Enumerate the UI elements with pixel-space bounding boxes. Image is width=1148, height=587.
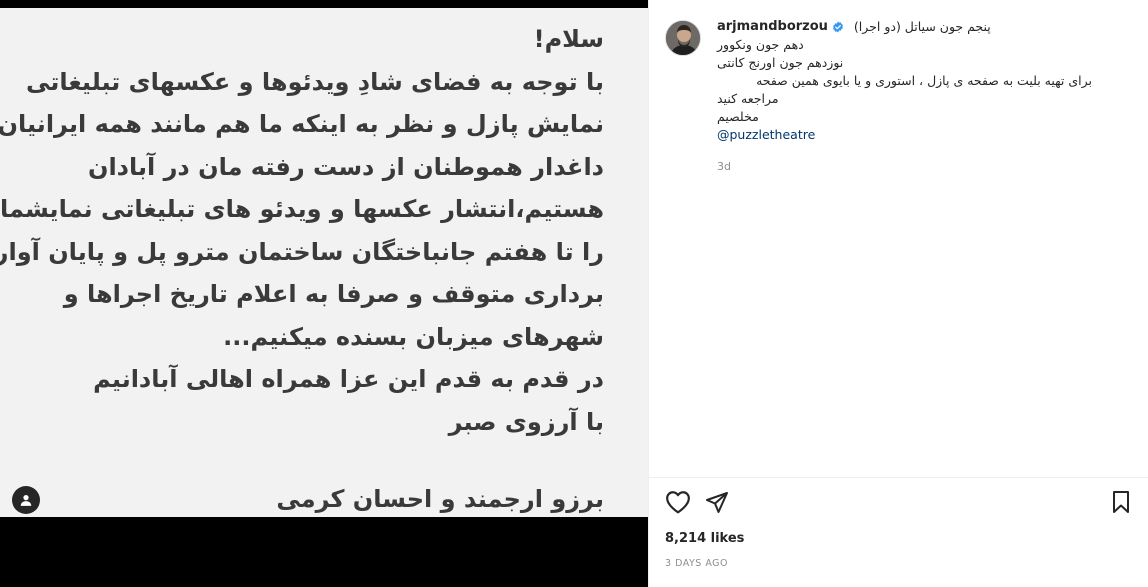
caption-line: نوزدهم جون اورنج کانتی xyxy=(717,55,844,70)
post-image-line: برداری متوقف و صرفا به اعلام تاریخ اجراه… xyxy=(63,280,604,308)
send-icon xyxy=(706,492,728,513)
post-image-line: را تا هفتم جانباختگان ساختمان مترو پل و … xyxy=(0,237,604,266)
caption-first-line: پنجم جون سیاتل (دو اجرا) xyxy=(853,19,991,34)
share-button[interactable] xyxy=(705,490,729,514)
caption-line: برای تهیه بلیت به صفحه ی پازل ، استوری و… xyxy=(756,73,1092,88)
caption-head: arjmandborzou پنجم جون سیاتل (دو اجرا) xyxy=(717,18,1132,36)
likes-count[interactable]: 8,214 likes xyxy=(665,531,744,546)
media-bottom-bar xyxy=(0,517,648,587)
post-image-line: نمایش پازل و نظر به اینکه ما هم مانند هم… xyxy=(0,110,604,138)
post-image-line: با آرزوی صبر xyxy=(448,407,604,436)
post-image-line: در قدم به قدم این عزا همراه اهالی آبادان… xyxy=(93,365,604,393)
save-button[interactable] xyxy=(1110,490,1132,514)
post-image-line: شهرهای میزبان بسنده میکنیم... xyxy=(223,322,604,351)
post-image-line: داغدار هموطنان از دست رفته مان در آبادان xyxy=(87,152,604,181)
caption-line: مراجعه کنید xyxy=(717,91,779,106)
username-link[interactable]: arjmandborzou xyxy=(717,18,828,36)
avatar-image-icon xyxy=(666,21,700,55)
post-image-text: سلام! با توجه به فضای شادِ ویدئوها و عکس… xyxy=(0,18,604,443)
post-date[interactable]: 3 DAYS AGO xyxy=(665,558,728,569)
mention-link[interactable]: @puzzletheatre xyxy=(717,126,1132,144)
post-image-line: هستیم،انتشار عکسها و ویدئو های تبلیغاتی … xyxy=(0,195,604,223)
post-side-panel: arjmandborzou پنجم جون سیاتل (دو اجرا) د… xyxy=(648,0,1148,587)
verified-badge-icon xyxy=(832,21,844,33)
caption-lines: دهم جون ونکوور نوزدهم جون اورنج کانتی بر… xyxy=(717,36,1092,126)
action-bar xyxy=(665,490,1132,516)
media-top-bar xyxy=(0,0,648,8)
post-image-signature: برزو ارجمند و احسان کرمی xyxy=(276,485,604,513)
caption-timestamp[interactable]: 3d xyxy=(717,158,1132,176)
like-button[interactable] xyxy=(665,490,691,514)
post-image-line: با توجه به فضای شادِ ویدئوها و عکسهای تب… xyxy=(26,67,604,96)
avatar[interactable] xyxy=(665,20,701,56)
caption-line: مخلصیم xyxy=(717,109,759,124)
bookmark-icon xyxy=(1113,491,1129,513)
caption-line: دهم جون ونکوور xyxy=(717,37,804,52)
caption-area: arjmandborzou پنجم جون سیاتل (دو اجرا) د… xyxy=(665,18,1132,478)
tag-button[interactable] xyxy=(12,486,40,514)
divider xyxy=(649,477,1148,478)
post-image-line: سلام! xyxy=(533,25,604,53)
heart-icon xyxy=(666,491,690,514)
user-tag-icon xyxy=(20,495,32,506)
post-media: سلام! با توجه به فضای شادِ ویدئوها و عکس… xyxy=(0,0,648,587)
post-image[interactable]: سلام! با توجه به فضای شادِ ویدئوها و عکس… xyxy=(0,8,648,517)
caption-body: arjmandborzou پنجم جون سیاتل (دو اجرا) د… xyxy=(717,18,1132,176)
